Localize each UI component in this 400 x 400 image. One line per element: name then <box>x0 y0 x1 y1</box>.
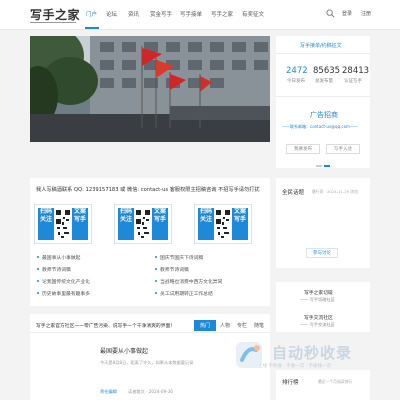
bullet-link[interactable]: 教师节诗词稿 <box>155 266 189 273</box>
qr-follow-badge: 扫码关注 <box>198 208 214 240</box>
nav-item-news[interactable]: 资讯 <box>128 10 139 18</box>
nav-item-forum[interactable]: 论坛 <box>106 10 117 18</box>
join-discussion-button[interactable]: 参与讨论 <box>306 248 338 258</box>
qr-tile[interactable]: 扫码关注 文案写手 <box>114 204 172 244</box>
qr-follow-badge: 扫码关注 <box>38 208 54 240</box>
qr-copywriter-badge: 文案写手 <box>152 208 168 240</box>
tab-people[interactable]: 人物 <box>220 322 230 329</box>
articles-header-title: 写手之家官方社区——零广告污染、说写手一个干净清爽的界面！ <box>36 324 176 329</box>
site-logo[interactable]: 写手之家 <box>30 6 80 23</box>
topic-panel: 全民话题 最行家 · 2024-11-29 浏览 参与讨论 <box>276 178 370 268</box>
bullet-link[interactable]: 员工试用期转正工作总结 <box>155 290 213 297</box>
divider <box>276 96 370 97</box>
community-sub: —— 写手切磋社区 <box>300 297 335 302</box>
stat-writers-label: 认证写手 <box>344 79 362 84</box>
nav-item-essay-contest[interactable]: 有奖征文 <box>242 10 264 18</box>
stat-total-label: 总发布量 <box>315 79 333 84</box>
topic-meta: 最行家 · 2024-11-29 浏览 <box>312 189 358 194</box>
tab-essay[interactable]: 随笔 <box>254 322 264 329</box>
nav-item-writer-home[interactable]: 写手之家 <box>211 10 233 18</box>
nav-item-bounty-writer[interactable]: 赏金写手 <box>150 10 172 18</box>
qr-copywriter-badge: 文案写手 <box>72 208 88 240</box>
article-title[interactable]: 最国要从小事做起 <box>100 346 148 355</box>
ad-title[interactable]: 广告招商 <box>310 110 338 120</box>
bullet-link[interactable]: 国庆节国庆下诗词稿 <box>154 254 203 261</box>
hero-banner-image[interactable] <box>30 36 270 142</box>
stat-today-label: 今日发布 <box>287 79 305 84</box>
tab-hot[interactable]: 热门 <box>194 320 217 331</box>
nav-item-portal[interactable]: 门户 <box>86 10 97 18</box>
qr-copywriter-badge: 文案写手 <box>232 208 248 240</box>
watermark-subtext: 上线 不秒收 · 不收一次 · 不收钱一次 <box>258 364 332 369</box>
qr-tile[interactable]: 扫码关注 文案写手 <box>194 204 252 244</box>
qr-code-icon <box>135 209 151 239</box>
stat-writers-value: 28413 <box>342 66 370 76</box>
bullet-link[interactable]: 教师节诗词稿 <box>37 266 71 273</box>
stat-total-value: 85635 <box>313 66 341 76</box>
login-link[interactable]: 登录 <box>342 10 352 17</box>
writer-join-button[interactable]: 写手入驻 <box>326 144 360 154</box>
article-excerpt: 今天是8月8日，距离了许久，如果从本数据要记录 <box>100 360 194 365</box>
carousel-dot-active[interactable] <box>324 165 330 167</box>
stats-panel: 写手接单/约稿征文 2472 85635 28413 今日发布 总发布量 认证写… <box>276 36 370 168</box>
community-panel: 写手之家切磋 —— 写手切磋社区 写手交流社区 —— 写手交流社区 <box>276 282 370 332</box>
article-time: 读者散文 · 2024-09-30 <box>128 389 174 394</box>
publish-button[interactable]: 我要发布 <box>286 144 320 154</box>
carousel-dot[interactable] <box>316 165 322 167</box>
community-link[interactable]: 写手交流社区 <box>304 314 333 321</box>
qr-code-icon <box>55 209 71 239</box>
ad-contact: ——联系邮箱：contact-us@qq.com—— <box>282 124 358 129</box>
qr-follow-badge: 扫码关注 <box>118 208 134 240</box>
article-author[interactable]: 责任编辑 <box>100 389 117 395</box>
bullet-link[interactable]: 当战略也消费中西方文化异同 <box>154 278 222 285</box>
qr-tile[interactable]: 扫码关注 文案写手 <box>34 204 92 244</box>
nav-item-writer-orders[interactable]: 写手接单 <box>180 10 202 18</box>
qr-code-icon <box>215 209 231 239</box>
watermark-text: 自动秒收录 <box>272 344 353 362</box>
community-sub: —— 写手交流社区 <box>300 322 335 327</box>
recruitment-panel: 我人写稿酒联系 QQ: 1239157183 或 微信: contact-us … <box>30 178 270 306</box>
recruitment-title: 我人写稿酒联系 QQ: 1239157183 或 微信: contact-us … <box>36 187 260 193</box>
register-link[interactable]: 注册 <box>361 10 371 17</box>
search-icon[interactable] <box>326 9 335 18</box>
bullet-link[interactable]: 历史故事里最有趣事多 <box>37 290 90 297</box>
stats-panel-title[interactable]: 写手接单/约稿征文 <box>300 42 342 49</box>
bullet-link[interactable]: 论我国传统文化产业化 <box>37 278 90 285</box>
bullet-link[interactable]: 最国事从小事做起 <box>36 254 80 261</box>
community-link[interactable]: 写手之家切磋 <box>304 289 333 296</box>
topic-title: 全民话题 <box>282 190 305 196</box>
stat-today-value: 2472 <box>286 66 308 76</box>
tab-column[interactable]: 专栏 <box>237 322 247 329</box>
logo-underline <box>30 22 76 23</box>
nav-active-indicator <box>85 27 99 29</box>
